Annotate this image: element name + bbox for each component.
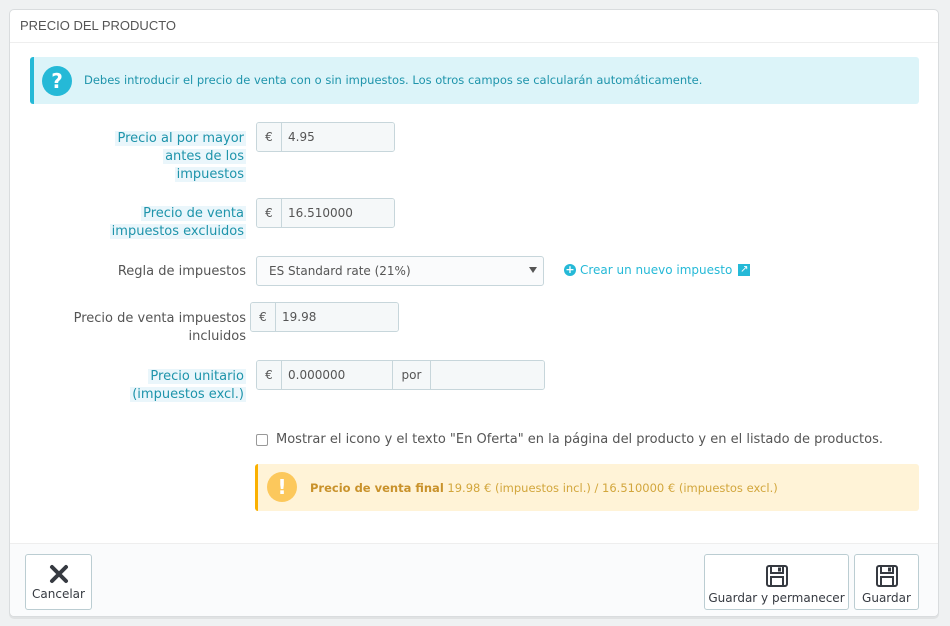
final-price-heading: Precio de venta final	[310, 481, 444, 495]
label-line: impuestos excluidos	[109, 224, 246, 239]
wholesale-price-label: Precio al por mayor antes de los impuest…	[90, 130, 246, 184]
label-line: Precio de venta	[141, 206, 246, 221]
unity-input[interactable]	[431, 361, 544, 389]
label-line: Precio de venta impuestos	[73, 311, 246, 326]
unit-price-label: Precio unitario (impuestos excl.)	[90, 368, 246, 404]
close-icon	[26, 564, 91, 584]
price-panel: PRECIO DEL PRODUCTO ? Debes introducir e…	[9, 9, 939, 617]
label-line: Precio unitario	[148, 369, 246, 384]
create-tax-link[interactable]: + Crear un nuevo impuesto ↗	[564, 263, 751, 277]
wholesale-price-input-group[interactable]: € 4.95	[256, 122, 395, 152]
currency-addon: €	[257, 361, 282, 389]
cancel-button[interactable]: Cancelar	[25, 554, 92, 610]
save-and-stay-label: Guardar y permanecer	[708, 591, 845, 605]
info-message: Debes introducir el precio de venta con …	[84, 73, 703, 87]
currency-addon: €	[251, 303, 276, 331]
tax-rule-label: Regla de impuestos	[117, 264, 246, 279]
wholesale-price-input[interactable]: 4.95	[282, 123, 394, 151]
on-sale-checkbox[interactable]	[256, 433, 268, 446]
label-line: impuestos	[174, 167, 246, 182]
label-line: (impuestos excl.)	[130, 387, 246, 402]
chevron-down-icon	[529, 267, 537, 273]
question-icon: ?	[42, 66, 72, 96]
label-line: Precio al por mayor	[115, 131, 246, 146]
info-alert: ? Debes introducir el precio de venta co…	[30, 57, 919, 104]
per-addon: por	[393, 361, 431, 389]
currency-addon: €	[257, 199, 282, 227]
label-line: antes de los	[163, 149, 246, 164]
external-link-icon: ↗	[738, 264, 751, 276]
final-price-values: 19.98 € (impuestos incl.) / 16.510000 € …	[443, 481, 778, 495]
plus-circle-icon: +	[564, 263, 576, 276]
cancel-label: Cancelar	[32, 587, 85, 601]
final-price-message: Precio de venta final 19.98 € (impuestos…	[310, 481, 778, 495]
label-line: incluidos	[188, 329, 246, 344]
panel-footer: Cancelar Guardar y permanecer Guardar	[10, 543, 938, 616]
on-sale-label: Mostrar el icono y el texto "En Oferta" …	[276, 432, 883, 447]
currency-addon: €	[257, 123, 282, 151]
create-tax-label: Crear un nuevo impuesto	[580, 263, 733, 277]
save-and-stay-button[interactable]: Guardar y permanecer	[704, 554, 849, 610]
save-label: Guardar	[862, 591, 911, 605]
retail-price-incl-input[interactable]: 19.98	[276, 303, 398, 331]
retail-price-excl-input[interactable]: 16.510000	[282, 199, 394, 227]
unit-price-input-group[interactable]: € 0.000000 por	[256, 360, 545, 390]
unit-price-input[interactable]: 0.000000	[282, 361, 393, 389]
save-button[interactable]: Guardar	[854, 554, 919, 610]
tax-rule-selected: ES Standard rate (21%)	[269, 264, 411, 278]
retail-price-incl-label: Precio de venta impuestos incluidos	[50, 310, 246, 346]
exclamation-icon: !	[267, 472, 297, 502]
retail-price-incl-input-group[interactable]: € 19.98	[250, 302, 399, 332]
retail-price-excl-input-group[interactable]: € 16.510000	[256, 198, 395, 228]
final-price-alert: ! Precio de venta final 19.98 € (impuest…	[255, 464, 919, 511]
tax-rule-select[interactable]: ES Standard rate (21%)	[256, 256, 544, 286]
panel-title: PRECIO DEL PRODUCTO	[10, 10, 938, 43]
floppy-disk-icon	[705, 564, 848, 588]
retail-price-excl-label: Precio de venta impuestos excluidos	[90, 205, 246, 241]
on-sale-row[interactable]: Mostrar el icono y el texto "En Oferta" …	[256, 432, 883, 447]
floppy-disk-icon	[855, 564, 918, 588]
